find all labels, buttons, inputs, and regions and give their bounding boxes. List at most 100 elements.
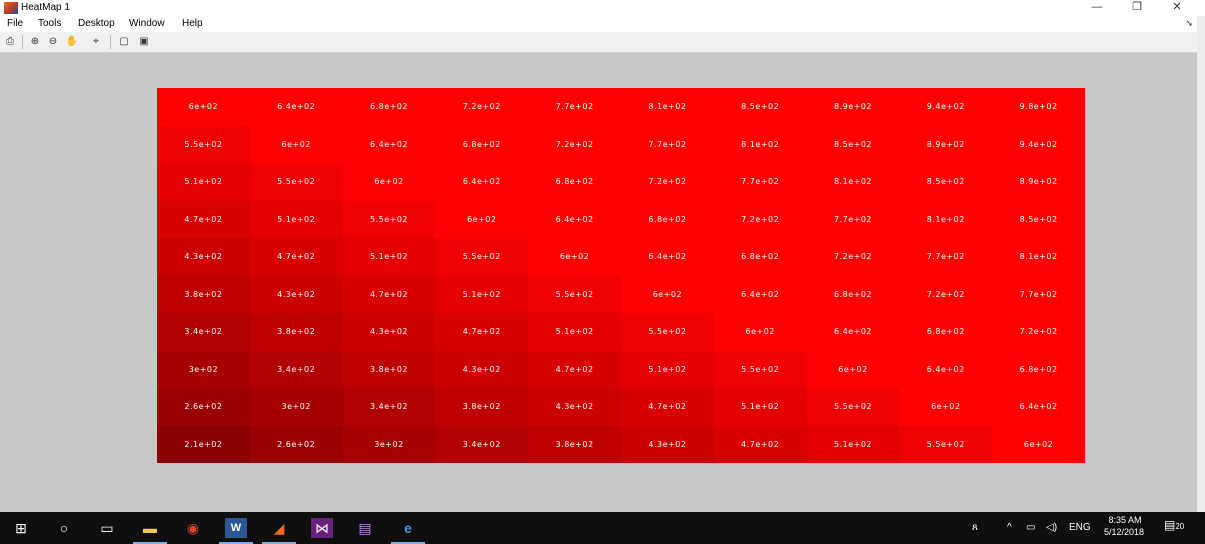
notification-count: 20 — [1175, 522, 1185, 531]
menu-desktop[interactable]: Desktop — [78, 18, 115, 29]
task-view-icon[interactable]: ▭ — [96, 518, 118, 538]
title-bar: HeatMap 1 — ❐ ✕ — [0, 0, 1205, 16]
heatmap-cell: 9.8e+02 — [992, 88, 1085, 126]
language-indicator[interactable]: ENG — [1069, 522, 1091, 533]
heatmap-cell: 4.7e+02 — [249, 238, 343, 276]
heatmap-cell: 3.8e+02 — [528, 425, 621, 463]
dock-arrow-icon[interactable]: ➘ — [1185, 18, 1193, 29]
print-icon[interactable]: ⎙ — [3, 35, 17, 49]
heatmap-cell: 5.5e+02 — [157, 125, 250, 163]
heatmap-cell: 8.1e+02 — [713, 125, 807, 163]
heatmap-cell: 2.6e+02 — [157, 388, 250, 426]
toolbar-separator — [110, 35, 111, 49]
heatmap-cell: 6.8e+02 — [713, 238, 807, 276]
heatmap-cell: 8.5e+02 — [992, 200, 1085, 238]
menu-file[interactable]: File — [7, 18, 23, 29]
heatmap-cell: 5.1e+02 — [806, 425, 900, 463]
heatmap-cell: 6.4e+02 — [435, 163, 529, 201]
heatmap-cell: 5.1e+02 — [435, 275, 529, 313]
heatmap-cell: 7.2e+02 — [992, 313, 1085, 351]
heatmap-cell: 6.4e+02 — [713, 275, 807, 313]
heatmap-cell: 2.1e+02 — [157, 425, 250, 463]
heatmap: 6e+02 6.4e+02 6.8e+02 7.2e+02 7.7e+02 8.1e+02… — [157, 88, 1085, 463]
word-icon[interactable]: W — [225, 518, 247, 538]
notification-icon[interactable]: ▤20 — [1164, 518, 1184, 532]
heatmap-cell: 7.2e+02 — [806, 238, 900, 276]
heatmap-cell: 5.5e+02 — [342, 200, 436, 238]
volume-icon[interactable]: ◁) — [1046, 522, 1057, 533]
heatmap-cell: 3.4e+02 — [157, 313, 250, 351]
battery-icon[interactable]: ▭ — [1026, 522, 1035, 533]
heatmap-cell: 4.3e+02 — [249, 275, 343, 313]
start-icon[interactable]: ⊞ — [10, 518, 32, 538]
heatmap-cell: 4.3e+02 — [621, 425, 714, 463]
menu-window[interactable]: Window — [129, 18, 165, 29]
close-button[interactable]: ✕ — [1159, 0, 1195, 16]
heatmap-cell: 4.7e+02 — [528, 350, 621, 388]
menu-tools[interactable]: Tools — [38, 18, 61, 29]
minimize-button[interactable]: — — [1079, 0, 1115, 16]
heatmap-cell: 7.7e+02 — [899, 238, 993, 276]
heatmap-cell: 4.7e+02 — [435, 313, 529, 351]
heatmap-cell: 6.8e+02 — [342, 88, 436, 126]
tray-chevron-icon[interactable]: ^ — [1007, 522, 1012, 533]
heatmap-cell: 7.7e+02 — [528, 88, 621, 126]
heatmap-cell: 3.8e+02 — [342, 350, 436, 388]
heatmap-cell: 5.5e+02 — [528, 275, 621, 313]
figure-toolbar: ⎙ ⊕ ⊖ ✋ ⌖ ▢ ▣ — [0, 32, 1205, 53]
heatmap-cell: 5.5e+02 — [435, 238, 529, 276]
search-icon[interactable]: ○ — [53, 518, 75, 538]
heatmap-cell: 6e+02 — [528, 238, 621, 276]
heatmap-cell: 4.3e+02 — [157, 238, 250, 276]
heatmap-cell: 6e+02 — [806, 350, 900, 388]
heatmap-cell: 7.2e+02 — [435, 88, 529, 126]
heatmap-cell: 5.1e+02 — [528, 313, 621, 351]
heatmap-cell: 3.8e+02 — [435, 388, 529, 426]
heatmap-cell: 6e+02 — [621, 275, 714, 313]
heatmap-cell: 6.4e+02 — [342, 125, 436, 163]
heatmap-cell: 7.2e+02 — [899, 275, 993, 313]
heatmap-cell: 6.4e+02 — [528, 200, 621, 238]
chrome-icon[interactable]: ◉ — [182, 518, 204, 538]
heatmap-cell: 4.3e+02 — [528, 388, 621, 426]
heatmap-cell: 7.2e+02 — [528, 125, 621, 163]
file-explorer-icon[interactable]: ▬ — [139, 518, 161, 538]
heatmap-cell: 5.5e+02 — [713, 350, 807, 388]
heatmap-cell: 6e+02 — [157, 88, 250, 126]
heatmap-cell: 3e+02 — [249, 388, 343, 426]
heatmap-cell: 6.4e+02 — [249, 88, 343, 126]
heatmap-cell: 9.4e+02 — [992, 125, 1085, 163]
heatmap-cell: 4.7e+02 — [713, 425, 807, 463]
pan-hand-icon[interactable]: ✋ — [65, 35, 79, 49]
visual-studio-icon[interactable]: ⋈ — [311, 518, 333, 538]
zoom-in-icon[interactable]: ⊕ — [28, 35, 42, 49]
winrar-icon[interactable]: ▤ — [354, 518, 376, 538]
heatmap-cell: 6.8e+02 — [899, 313, 993, 351]
edge-icon[interactable]: e — [397, 518, 419, 538]
clock-time[interactable]: 8:35 AM — [1103, 515, 1147, 525]
heatmap-cell: 3e+02 — [342, 425, 436, 463]
windows-taskbar: ⊞ ○ ▭ ▬ ◉ W ◢ ⋈ ▤ e ጸ ^ ▭ ◁) ENG 8:35 AM… — [0, 512, 1205, 544]
restore-button[interactable]: ❐ — [1119, 0, 1155, 16]
heatmap-cell: 6.8e+02 — [621, 200, 714, 238]
clock-date[interactable]: 5/12/2018 — [1099, 527, 1149, 537]
menu-help[interactable]: Help — [182, 18, 203, 29]
window-title: HeatMap 1 — [21, 2, 70, 13]
heatmap-cell: 5.5e+02 — [249, 163, 343, 201]
heatmap-cell: 2.6e+02 — [249, 425, 343, 463]
heatmap-cell: 8.1e+02 — [899, 200, 993, 238]
heatmap-cell: 6.8e+02 — [806, 275, 900, 313]
heatmap-cell: 6e+02 — [899, 388, 993, 426]
hide-plot-tools-icon[interactable]: ▢ — [117, 35, 131, 49]
data-cursor-icon[interactable]: ⌖ — [89, 35, 103, 49]
heatmap-cell: 8.9e+02 — [899, 125, 993, 163]
people-icon[interactable]: ጸ — [972, 522, 978, 533]
heatmap-cell: 9.4e+02 — [899, 88, 993, 126]
heatmap-cell: 6.8e+02 — [435, 125, 529, 163]
heatmap-cell: 6.4e+02 — [899, 350, 993, 388]
matlab-icon[interactable]: ◢ — [268, 518, 290, 538]
heatmap-cell: 7.7e+02 — [621, 125, 714, 163]
zoom-out-icon[interactable]: ⊖ — [46, 35, 60, 49]
heatmap-cell: 6e+02 — [992, 425, 1085, 463]
show-plot-tools-icon[interactable]: ▣ — [137, 35, 151, 49]
